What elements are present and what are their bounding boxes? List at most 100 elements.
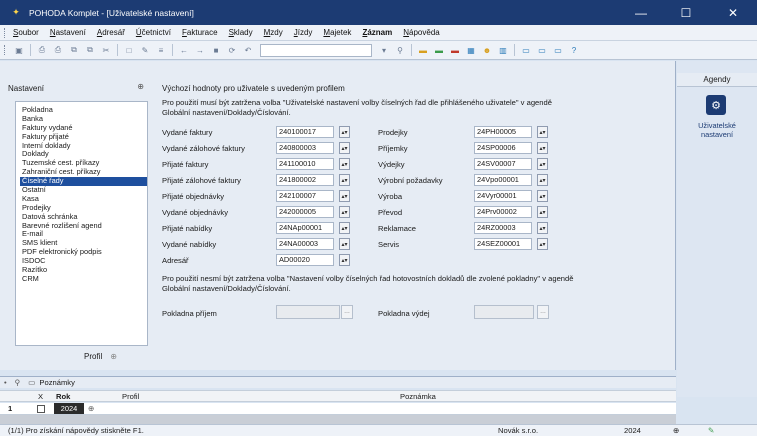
- calendar-icon[interactable]: ▦: [465, 44, 477, 56]
- settings-icon[interactable]: ⚙: [706, 95, 726, 115]
- number-series-button[interactable]: ▴▾: [339, 190, 350, 202]
- users-icon[interactable]: ☻: [481, 44, 493, 56]
- new-icon[interactable]: □: [123, 44, 135, 56]
- nav-item-ostatni[interactable]: Ostatní: [20, 185, 147, 195]
- year-cell[interactable]: 2024: [54, 403, 84, 414]
- edit-icon[interactable]: ✎: [139, 44, 151, 56]
- field-prijate-nabidky[interactable]: 24NAp00001: [276, 222, 334, 234]
- number-series-button[interactable]: ▴▾: [537, 190, 548, 202]
- col-profil[interactable]: Profil: [122, 392, 139, 401]
- forward-icon[interactable]: →: [194, 44, 206, 56]
- menu-jizdy[interactable]: Jízdy: [294, 28, 313, 37]
- field-adresar[interactable]: AD00020: [276, 254, 334, 266]
- field-vydane-faktury[interactable]: 240100017: [276, 126, 334, 138]
- help-icon[interactable]: ?: [568, 44, 580, 56]
- undo-icon[interactable]: ↶: [242, 44, 254, 56]
- combo-pokladna-prijem-button[interactable]: …: [341, 305, 353, 319]
- menu-majetek[interactable]: Majetek: [323, 28, 351, 37]
- window3-icon[interactable]: ▭: [552, 44, 564, 56]
- menu-fakturace[interactable]: Fakturace: [182, 28, 218, 37]
- barcode-icon[interactable]: ▥: [497, 44, 509, 56]
- number-series-button[interactable]: ▴▾: [537, 238, 548, 250]
- checkbox-icon[interactable]: [37, 405, 45, 413]
- number-series-button[interactable]: ▴▾: [339, 206, 350, 218]
- field-prijate-objednavky[interactable]: 242100007: [276, 190, 334, 202]
- menu-napoveda[interactable]: Nápověda: [403, 28, 439, 37]
- field-prijate-faktury[interactable]: 241100010: [276, 158, 334, 170]
- col-x[interactable]: X: [38, 392, 43, 401]
- copy-icon[interactable]: ⧉: [68, 44, 80, 56]
- number-series-button[interactable]: ▴▾: [339, 158, 350, 170]
- menu-mzdy[interactable]: Mzdy: [264, 28, 283, 37]
- number-series-button[interactable]: ▴▾: [537, 206, 548, 218]
- print-preview-icon[interactable]: ⎙: [52, 44, 64, 56]
- field-prevod[interactable]: 24Prv00002: [474, 206, 532, 218]
- record-icon[interactable]: ▣: [13, 44, 25, 56]
- field-reklamace[interactable]: 24RZ00003: [474, 222, 532, 234]
- number-series-button[interactable]: ▴▾: [339, 174, 350, 186]
- table-row[interactable]: 1: [0, 403, 676, 415]
- number-series-button[interactable]: ▴▾: [339, 126, 350, 138]
- menu-nastaveni[interactable]: Nastavení: [50, 28, 86, 37]
- number-series-button[interactable]: ▴▾: [537, 126, 548, 138]
- window-icon[interactable]: ▭: [520, 44, 532, 56]
- field-prijate-zalohove-faktury[interactable]: 241800002: [276, 174, 334, 186]
- pin-icon[interactable]: •: [4, 378, 7, 387]
- col-poznamka[interactable]: Poznámka: [400, 392, 436, 401]
- menu-ucetnictvi[interactable]: Účetnictví: [136, 28, 171, 37]
- number-series-button[interactable]: ▴▾: [537, 158, 548, 170]
- number-series-button[interactable]: ▴▾: [537, 174, 548, 186]
- number-series-button[interactable]: ▴▾: [339, 142, 350, 154]
- pen-icon[interactable]: ✎: [708, 426, 714, 435]
- maximize-button[interactable]: ☐: [669, 0, 703, 25]
- dropdown-icon[interactable]: ▾: [378, 44, 390, 56]
- field-vydane-zalohove-faktury[interactable]: 240800003: [276, 142, 334, 154]
- combo-pokladna-vydej-button[interactable]: …: [537, 305, 549, 319]
- field-vyrobni-pozadavky[interactable]: 24Vpo00001: [474, 174, 532, 186]
- window2-icon[interactable]: ▭: [536, 44, 548, 56]
- cut-icon[interactable]: ✂: [100, 44, 112, 56]
- col-rok[interactable]: Rok: [56, 392, 70, 401]
- combo-pokladna-prijem[interactable]: [276, 305, 340, 319]
- field-vydane-objednavky[interactable]: 242000005: [276, 206, 334, 218]
- content-note-2: Pro použití nesmí být zatržena volba "Na…: [162, 274, 574, 293]
- nav-item-crm[interactable]: CRM: [20, 274, 147, 284]
- menu-zaznam[interactable]: Záznam: [362, 28, 392, 37]
- folder-icon[interactable]: ▬: [417, 44, 429, 56]
- refresh-icon[interactable]: ⟳: [226, 44, 238, 56]
- field-servis[interactable]: 24SEZ00001: [474, 238, 532, 250]
- number-series-button[interactable]: ▴▾: [339, 222, 350, 234]
- filter-icon[interactable]: ⚲: [15, 378, 21, 387]
- menu-sklady[interactable]: Sklady: [229, 28, 253, 37]
- field-prijemky[interactable]: 24SP00006: [474, 142, 532, 154]
- number-series-button[interactable]: ▴▾: [339, 254, 350, 266]
- back-icon[interactable]: ←: [178, 44, 190, 56]
- minimize-button[interactable]: —: [624, 0, 658, 25]
- field-vydane-nabidky[interactable]: 24NA00003: [276, 238, 334, 250]
- field-vyroba[interactable]: 24Vyr00001: [474, 190, 532, 202]
- list-icon[interactable]: ≡: [155, 44, 167, 56]
- print-icon[interactable]: ⎙: [36, 44, 48, 56]
- filter-icon[interactable]: ⚲: [394, 44, 406, 56]
- combo-pokladna-vydej[interactable]: [474, 305, 534, 319]
- paste-icon[interactable]: ⧉: [84, 44, 96, 56]
- close-button[interactable]: ✕: [716, 0, 750, 25]
- agendy-item-uzivatelske-nastaveni[interactable]: Uživatelské nastavení: [685, 121, 749, 139]
- nav-item-razitko[interactable]: Razítko: [20, 265, 147, 275]
- row-pin-icon[interactable]: ⊕: [88, 404, 94, 413]
- field-vydejky[interactable]: 24SV00007: [474, 158, 532, 170]
- number-series-button[interactable]: ▴▾: [537, 222, 548, 234]
- number-series-button[interactable]: ▴▾: [339, 238, 350, 250]
- pin-icon[interactable]: ⊕: [137, 82, 144, 91]
- toolbar-search-input[interactable]: [260, 43, 372, 57]
- green-record-icon[interactable]: ▬: [433, 44, 445, 56]
- menu-soubor[interactable]: Soubor: [13, 28, 39, 37]
- status-settings-icon[interactable]: ⊕: [673, 426, 679, 435]
- profile-pin-icon[interactable]: ⊕: [110, 352, 117, 361]
- save-icon[interactable]: ■: [210, 44, 222, 56]
- field-prodejky[interactable]: 24PH00005: [474, 126, 532, 138]
- tab-poznamky[interactable]: Poznámky: [39, 378, 74, 387]
- menu-adresar[interactable]: Adresář: [97, 28, 125, 37]
- number-series-button[interactable]: ▴▾: [537, 142, 548, 154]
- red-record-icon[interactable]: ▬: [449, 44, 461, 56]
